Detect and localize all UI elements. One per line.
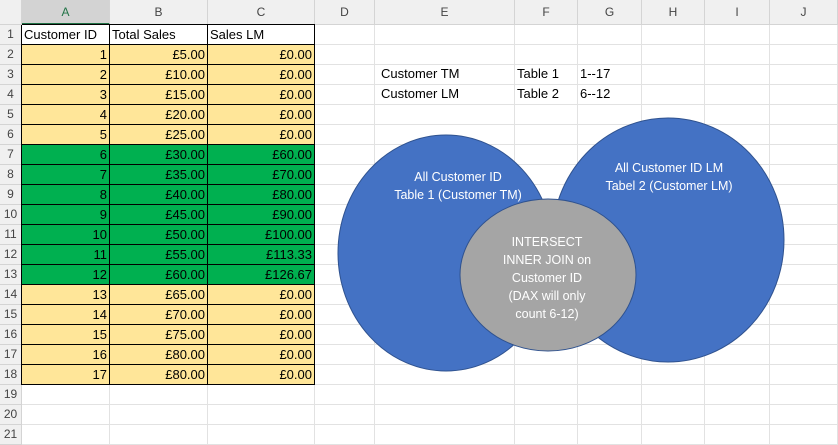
intersect-label: INTERSECT INNER JOIN on Customer ID (DAX wi… [503, 235, 591, 321]
venn-text-line: Customer ID [512, 271, 582, 285]
venn-text-line: INNER JOIN on [503, 253, 591, 267]
venn-text-line: All Customer ID LM [615, 161, 723, 175]
venn-text-line: Tabel 2 (Customer LM) [605, 179, 732, 193]
venn-text-line: INTERSECT [512, 235, 583, 249]
venn-text-line: (DAX will only [508, 289, 586, 303]
venn-diagram[interactable]: All Customer ID Table 1 (Customer TM) All… [0, 0, 838, 439]
venn-text-line: All Customer ID [414, 170, 502, 184]
venn-text-line: count 6-12) [515, 307, 578, 321]
venn-text-line: Table 1 (Customer TM) [394, 188, 522, 202]
